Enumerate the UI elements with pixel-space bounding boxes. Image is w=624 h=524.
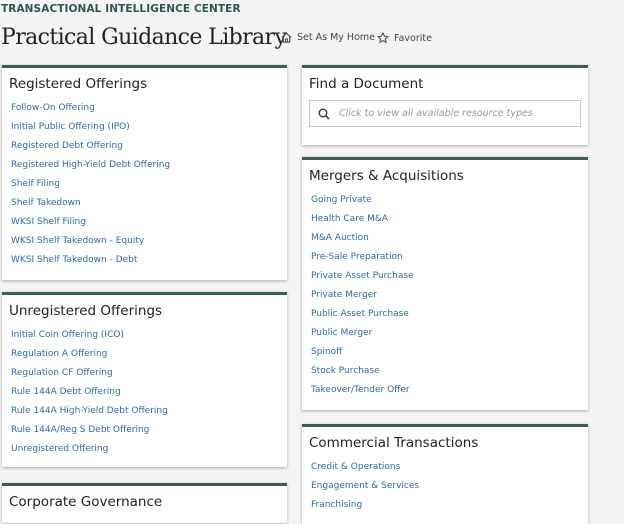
set-as-home-label: Set As My Home [297,32,375,43]
resource-link[interactable]: Initial Coin Offering (ICO) [9,326,280,345]
resource-link[interactable]: Franchising [309,496,581,515]
resource-link[interactable]: Rule 144A High-Yield Debt Offering [9,402,280,421]
resource-link[interactable]: Stock Purchase [309,362,581,381]
search-input[interactable]: Click to view all available resource typ… [309,100,581,127]
resource-link[interactable]: Private Asset Purchase [309,267,581,286]
link-list: Initial Coin Offering (ICO) Regulation A … [9,326,280,459]
resource-link[interactable]: Rule 144A Debt Offering [9,383,280,402]
resource-link[interactable]: Public Merger [309,324,581,343]
mergers-acquisitions-card: Mergers & Acquisitions Going Private Heal… [302,157,588,410]
find-document-card: Find a Document Click to view all availa… [302,65,588,145]
link-list: Going Private Health Care M&A M&A Auction P… [309,191,581,400]
unregistered-offerings-card: Unregistered Offerings Initial Coin Offe… [2,292,287,467]
resource-link[interactable]: WKSI Shelf Filing [9,213,280,232]
resource-link[interactable]: M&A Auction [309,229,581,248]
resource-link[interactable]: Spinoff [309,343,581,362]
home-icon [281,32,292,43]
card-title: Unregistered Offerings [9,303,163,319]
corporate-governance-card: Corporate Governance [2,483,287,523]
resource-link[interactable]: Pre-Sale Preparation [309,248,581,267]
registered-offerings-card: Registered Offerings Follow-On Offering I… [2,65,287,280]
resource-link[interactable]: Private Merger [309,286,581,305]
card-title: Corporate Governance [9,494,163,510]
resource-link[interactable]: WKSI Shelf Takedown - Equity [9,232,280,251]
resource-link[interactable]: Unregistered Offering [9,440,280,459]
resource-link[interactable]: Going Private [309,191,581,210]
resource-link[interactable]: Credit & Operations [309,458,581,477]
resource-link[interactable]: WKSI Shelf Takedown - Debt [9,251,280,270]
resource-link[interactable]: Shelf Filing [9,175,280,194]
star-icon [377,32,389,44]
link-list: Credit & Operations Engagement & Services… [309,458,581,515]
link-list: Follow-On Offering Initial Public Offerin… [9,99,280,270]
card-title: Mergers & Acquisitions [309,168,464,184]
resource-link[interactable]: Engagement & Services [309,477,581,496]
commercial-transactions-card: Commercial Transactions Credit & Operati… [302,424,588,524]
resource-link[interactable]: Regulation A Offering [9,345,280,364]
resource-link[interactable]: Public Asset Purchase [309,305,581,324]
set-as-home-button[interactable]: Set As My Home [281,32,375,43]
resource-link[interactable]: Shelf Takedown [9,194,280,213]
search-placeholder: Click to view all available resource typ… [339,108,533,119]
favorite-button[interactable]: Favorite [377,32,432,44]
card-title: Commercial Transactions [309,435,479,451]
section-kicker: TRANSACTIONAL INTELLIGENCE CENTER [1,3,241,15]
resource-link[interactable]: Registered High-Yield Debt Offering [9,156,280,175]
resource-link[interactable]: Initial Public Offering (IPO) [9,118,280,137]
resource-link[interactable]: Follow-On Offering [9,99,280,118]
card-title: Find a Document [309,76,424,92]
card-title: Registered Offerings [9,76,148,92]
resource-link[interactable]: Registered Debt Offering [9,137,280,156]
favorite-label: Favorite [394,32,432,44]
resource-link[interactable]: Takeover/Tender Offer [309,381,581,400]
resource-link[interactable]: Health Care M&A [309,210,581,229]
resource-link[interactable]: Rule 144A/Reg S Debt Offering [9,421,280,440]
search-icon [318,108,330,120]
resource-link[interactable]: Regulation CF Offering [9,364,280,383]
page-title: Practical Guidance Library [1,25,287,50]
